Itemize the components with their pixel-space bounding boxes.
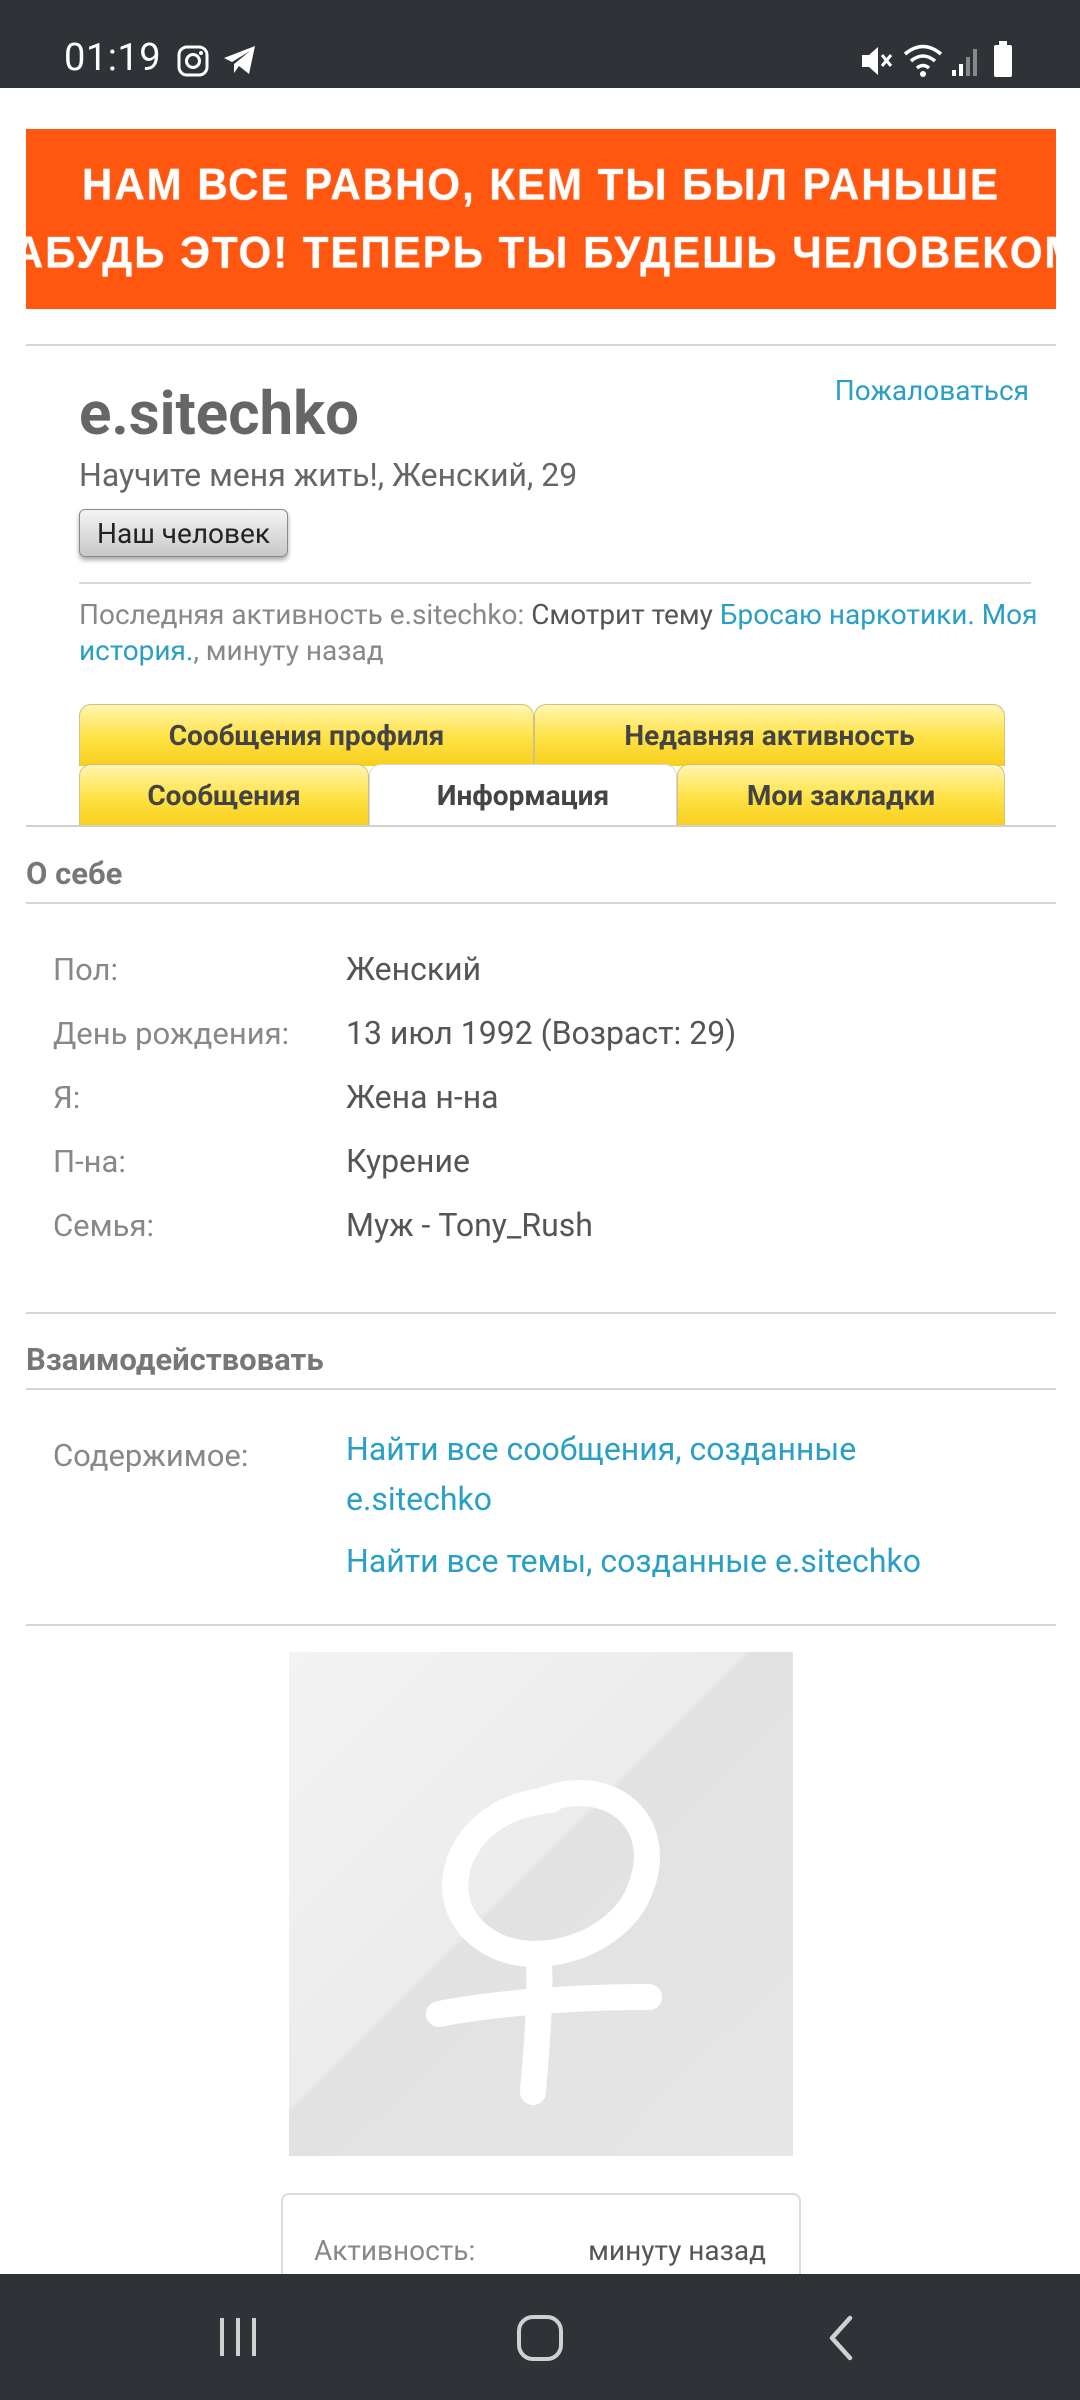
navigation-bar	[0, 2274, 1080, 2400]
info-value-family: Муж - Tony_Rush	[346, 1206, 593, 1244]
banner-line-2: ЗАБУДЬ ЭТО! ТЕПЕРЬ ТЫ БУДЕШЬ ЧЕЛОВЕКОМ!	[0, 227, 1080, 278]
divider	[26, 1312, 1056, 1314]
instagram-icon	[177, 45, 209, 77]
tab-recent-activity[interactable]: Недавняя активность	[534, 704, 1005, 766]
tab-profile-posts[interactable]: Сообщения профиля	[79, 704, 534, 766]
tab-information[interactable]: Информация	[369, 764, 677, 826]
divider	[26, 344, 1056, 346]
stats-activity-label: Активность:	[314, 2234, 476, 2267]
battery-icon	[994, 41, 1012, 77]
interact-section-title: Взаимодействовать	[26, 1341, 324, 1378]
divider	[26, 1388, 1056, 1390]
female-symbol-icon	[426, 1780, 662, 2105]
mute-icon	[862, 47, 893, 75]
banner-line-1: НАМ ВСЕ РАВНО, КЕМ ТЫ БЫЛ РАНЬШЕ	[82, 159, 1000, 210]
info-value-pna: Курение	[346, 1142, 470, 1180]
status-bar: 01:19	[0, 0, 1080, 88]
find-all-posts-link[interactable]: Найти все сообщения, созданные e.sitechk…	[346, 1424, 986, 1524]
profile-subtitle: Научите меня жить!, Женский, 29	[79, 456, 578, 494]
divider	[79, 582, 1031, 584]
info-value-gender: Женский	[346, 950, 482, 988]
user-title-badge: Наш человек	[79, 509, 288, 557]
info-label-birthday: День рождения:	[53, 1015, 290, 1052]
info-label-family: Семья:	[53, 1207, 154, 1244]
info-label-pna: П-на:	[53, 1143, 126, 1180]
last-activity-action: Смотрит тему	[524, 598, 720, 631]
content-label: Содержимое:	[53, 1437, 249, 1474]
divider	[26, 902, 1056, 904]
telegram-icon	[224, 46, 255, 74]
find-all-threads-link[interactable]: Найти все темы, созданные e.sitechko	[346, 1536, 986, 1586]
divider	[26, 1624, 1056, 1626]
tabs-baseline	[26, 825, 1056, 827]
profile-page: НАМ ВСЕ РАВНО, КЕМ ТЫ БЫЛ РАНЬШЕ ЗАБУДЬ …	[0, 88, 1080, 2274]
back-icon[interactable]	[822, 2312, 862, 2364]
tab-postings[interactable]: Сообщения	[79, 764, 369, 826]
report-link[interactable]: Пожаловаться	[835, 374, 1029, 407]
last-activity-time: , минуту назад	[193, 634, 384, 667]
profile-username: e.sitechko	[79, 378, 359, 449]
info-value-i: Жена н-на	[346, 1078, 499, 1116]
info-label-gender: Пол:	[53, 951, 118, 988]
last-activity-prefix: Последняя активность e.sitechko:	[79, 598, 525, 631]
home-icon[interactable]	[514, 2312, 566, 2364]
wifi-icon	[903, 44, 943, 77]
signal-icon	[952, 49, 977, 76]
site-banner[interactable]: НАМ ВСЕ РАВНО, КЕМ ТЫ БЫЛ РАНЬШЕ ЗАБУДЬ …	[0, 129, 1080, 309]
avatar[interactable]	[289, 1652, 793, 2156]
tab-bookmarks[interactable]: Мои закладки	[677, 764, 1005, 826]
about-section-title: О себе	[26, 855, 123, 892]
info-value-birthday: 13 июл 1992 (Возраст: 29)	[346, 1014, 737, 1052]
stats-activity-value: минуту назад	[588, 2234, 766, 2267]
info-label-i: Я:	[53, 1079, 81, 1116]
last-activity: Последняя активность e.sitechko: Смотрит…	[79, 597, 1039, 669]
status-time: 01:19	[64, 36, 162, 80]
recent-apps-icon[interactable]	[214, 2312, 262, 2362]
